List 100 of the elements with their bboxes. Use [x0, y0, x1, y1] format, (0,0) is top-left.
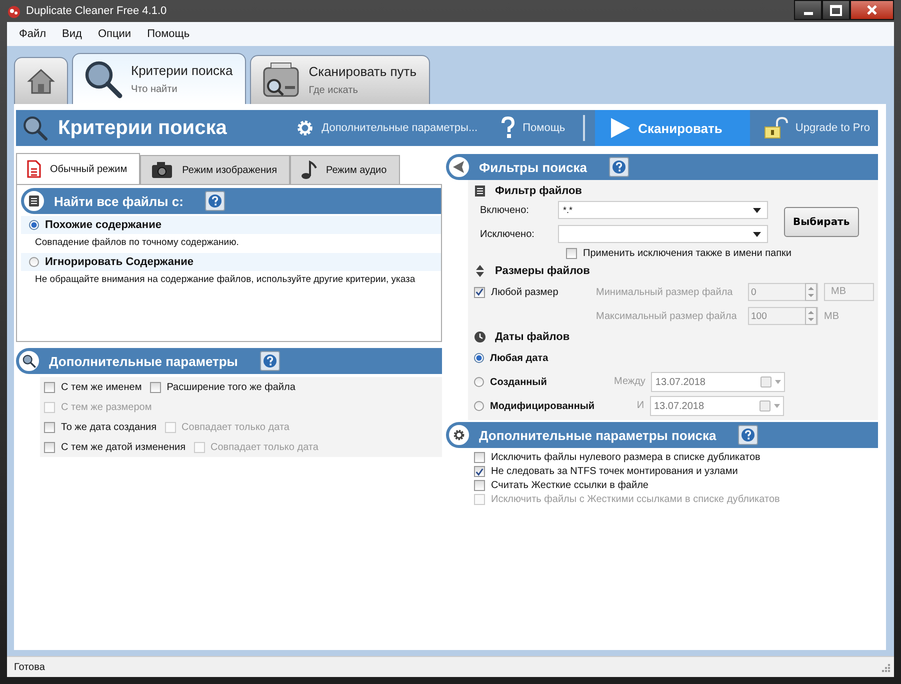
- field-label: Минимальный размер файла: [596, 286, 734, 298]
- document-icon: [27, 160, 41, 178]
- nav-tab[interactable]: Критерии поиска Что найти: [72, 53, 246, 104]
- field-label: Между: [614, 375, 646, 389]
- checkbox-label: Любой размер: [491, 286, 558, 298]
- choose-button[interactable]: Выбирать: [784, 207, 859, 237]
- option-label: Игнорировать Содержание: [45, 256, 194, 268]
- radio-button[interactable]: [29, 257, 39, 267]
- magnifier-icon: [22, 354, 36, 368]
- radio-button[interactable]: [29, 220, 39, 230]
- menu-item[interactable]: Опции: [90, 28, 140, 40]
- option-description: Совпадение файлов по точному содержанию.: [34, 236, 239, 250]
- checkbox[interactable]: [150, 382, 161, 392]
- dropdown-field[interactable]: *.*: [558, 201, 768, 219]
- section-title: Дополнительные параметры: [49, 354, 238, 368]
- page-title: Критерии поиска: [58, 116, 227, 140]
- close-button[interactable]: [850, 0, 894, 20]
- checkbox[interactable]: [566, 248, 577, 258]
- drive-icon: [260, 60, 301, 100]
- caret-icon: [753, 232, 761, 237]
- help-button[interactable]: [608, 157, 629, 177]
- maximize-button[interactable]: [822, 0, 850, 20]
- checkbox[interactable]: [474, 452, 485, 463]
- subsection-title: Размеры файлов: [495, 265, 590, 277]
- question-icon: [500, 116, 516, 140]
- nav-tab[interactable]: [14, 57, 68, 104]
- tab-title: Критерии поиска: [131, 63, 233, 78]
- mode-tab[interactable]: Обычный режим: [16, 153, 140, 184]
- section-title: Дополнительные параметры поиска: [479, 428, 716, 442]
- menu-item[interactable]: Вид: [54, 28, 90, 40]
- clock-icon: [474, 331, 486, 343]
- nav-tab[interactable]: Сканировать путь Где искать: [250, 55, 430, 104]
- help-button[interactable]: [260, 351, 280, 371]
- help-button[interactable]: Помощь: [492, 110, 574, 146]
- help-button[interactable]: [205, 191, 226, 211]
- radio-button[interactable]: [474, 401, 484, 411]
- close-icon: [866, 5, 878, 15]
- option-description: Не обращайте внимания на содержание файлов, используйте другие критерии, указа: [34, 273, 416, 287]
- option-label: Любая дата: [490, 352, 548, 364]
- field-label: Исключено:: [479, 228, 536, 240]
- checkbox[interactable]: [474, 466, 485, 477]
- menu-item[interactable]: Помощь: [139, 28, 198, 40]
- date-field[interactable]: 13.07.2018: [651, 372, 786, 392]
- spin-arrows-icon: [805, 307, 817, 325]
- question-icon: [612, 160, 626, 174]
- checkbox-label: С тем же именем: [61, 382, 142, 392]
- checkbox[interactable]: [474, 286, 485, 298]
- checkbox-label: Не следовать за NTFS точек монтирования и узлами: [491, 466, 738, 477]
- calendar-icon: [760, 376, 782, 388]
- checkbox-label: Совпадает только дата: [182, 422, 290, 432]
- radio-button[interactable]: [474, 353, 484, 363]
- gear-icon: [452, 428, 466, 442]
- music-note-icon: [301, 160, 317, 180]
- checkbox-label: Расширение того же файла: [166, 382, 296, 392]
- upgrade-button[interactable]: Upgrade to Pro: [756, 110, 878, 146]
- padlock-icon: [764, 117, 788, 139]
- date-field[interactable]: 13.07.2018: [650, 396, 784, 416]
- checkbox[interactable]: [44, 382, 55, 392]
- radio-button[interactable]: [474, 377, 484, 387]
- play-icon: [609, 117, 632, 139]
- checkbox-label: Исключить файлы с Жесткими ссылками в списке дубликатов: [491, 494, 780, 505]
- mode-tab[interactable]: Режим аудио: [290, 155, 400, 184]
- document-icon: [474, 185, 486, 197]
- checkbox-label: Исключить файлы нулевого размера в списке дубликатов: [491, 452, 760, 463]
- magnifier-icon: [22, 115, 48, 141]
- sort-arrows-icon: [474, 265, 486, 277]
- menu-item[interactable]: Файл: [11, 28, 54, 40]
- help-button[interactable]: [738, 425, 758, 445]
- mode-tab[interactable]: Режим изображения: [140, 155, 290, 184]
- checkbox[interactable]: [44, 422, 55, 432]
- question-icon: [208, 194, 222, 208]
- settings-button[interactable]: Дополнительные параметры...: [286, 110, 486, 146]
- option-label: Модифицированный: [490, 400, 595, 412]
- checkbox[interactable]: [474, 480, 485, 491]
- checkbox-label: С тем же размером: [61, 402, 152, 412]
- checkbox-label: Совпадает только дата: [210, 442, 318, 452]
- checkbox-label: То же дата создания: [61, 422, 157, 432]
- resize-grip-icon: [880, 662, 890, 672]
- tab-subtitle: Где искать: [308, 85, 359, 96]
- subsection-title: Фильтр файлов: [495, 185, 582, 197]
- check-icon: [475, 466, 484, 476]
- section-title: Найти все файлы с:: [54, 194, 184, 208]
- checkbox-label: С тем же датой изменения: [61, 442, 186, 452]
- question-icon: [741, 428, 756, 442]
- magnifier-icon: [83, 59, 123, 99]
- status-text: Готова: [14, 662, 45, 672]
- field-label: И: [636, 399, 644, 413]
- checkbox[interactable]: [44, 442, 55, 452]
- calendar-icon: [759, 400, 781, 412]
- app-icon: [7, 4, 21, 18]
- spin-arrows-icon: [805, 283, 817, 301]
- field-label: Включено:: [479, 204, 530, 216]
- dropdown-field[interactable]: [558, 225, 768, 243]
- question-icon: [262, 354, 277, 368]
- minimize-button[interactable]: [794, 0, 822, 20]
- tab-subtitle: Что найти: [131, 84, 178, 95]
- section-title: Фильтры поиска: [479, 160, 587, 174]
- gear-icon: [294, 118, 315, 138]
- check-icon: [475, 287, 484, 297]
- document-icon: [28, 195, 40, 207]
